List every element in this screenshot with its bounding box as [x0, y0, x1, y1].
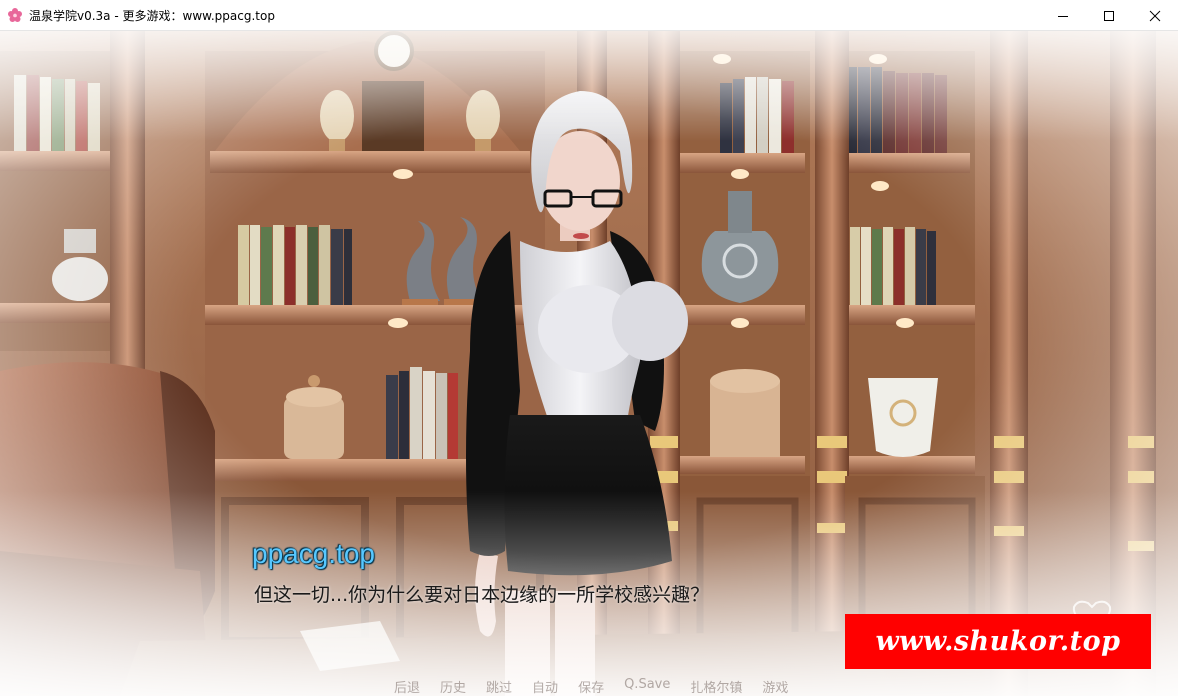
- watermark-text: www.shukor.top: [875, 626, 1121, 657]
- maximize-button[interactable]: [1086, 0, 1132, 31]
- close-icon: [1149, 10, 1161, 21]
- window-title: 温泉学院v0.3a - 更多游戏：www.ppacg.top: [29, 8, 275, 23]
- minimize-icon: [1058, 15, 1068, 17]
- window-controls: [1040, 0, 1178, 31]
- quick-menu-game[interactable]: 游戏: [762, 677, 788, 696]
- game-viewport[interactable]: ppacg.top 但这一切...你为什么要对日本边缘的一所学校感兴趣？ www…: [0, 31, 1178, 696]
- quick-menu-auto[interactable]: 自动: [532, 677, 558, 696]
- quick-menu-skip[interactable]: 跳过: [486, 677, 512, 696]
- speaker-name: ppacg.top: [252, 538, 375, 569]
- watermark-banner: www.shukor.top: [845, 614, 1151, 669]
- window-title-bar[interactable]: 温泉学院v0.3a - 更多游戏：www.ppacg.top: [0, 0, 1178, 31]
- quick-menu-back[interactable]: 后退: [394, 677, 420, 696]
- quick-menu-town[interactable]: 扎格尔镇: [690, 677, 742, 696]
- quick-menu-history[interactable]: 历史: [440, 677, 466, 696]
- quick-menu-save[interactable]: 保存: [578, 677, 604, 696]
- dialogue-text: 但这一切...你为什么要对日本边缘的一所学校感兴趣？: [254, 584, 710, 606]
- quick-menu-quick-save[interactable]: Q.Save: [624, 677, 670, 696]
- maximize-icon: [1104, 10, 1114, 21]
- sakura-icon: [7, 7, 23, 23]
- close-button[interactable]: [1132, 0, 1178, 31]
- minimize-button[interactable]: [1040, 0, 1086, 31]
- quick-menu: 后退 历史 跳过 自动 保存 Q.Save 扎格尔镇 游戏: [394, 677, 808, 696]
